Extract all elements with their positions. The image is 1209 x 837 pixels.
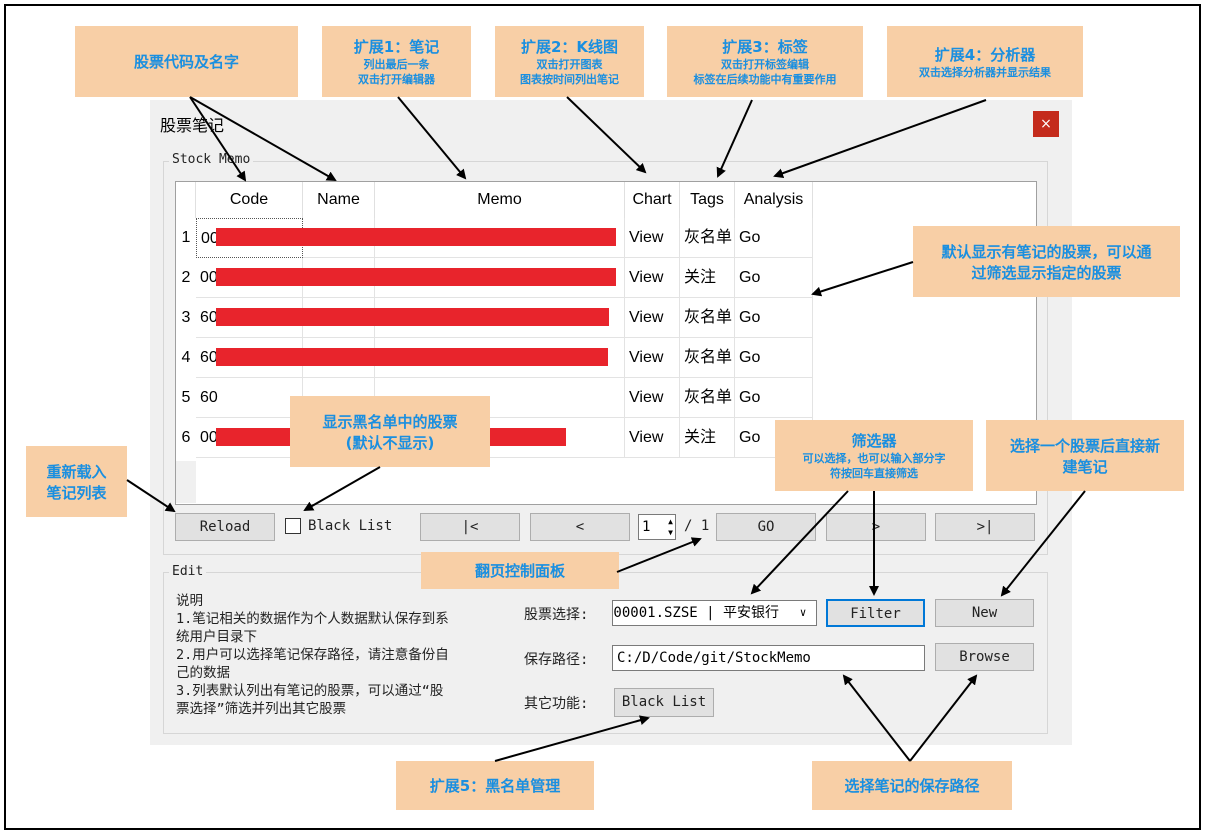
annotation-arrows (126, 96, 1086, 762)
